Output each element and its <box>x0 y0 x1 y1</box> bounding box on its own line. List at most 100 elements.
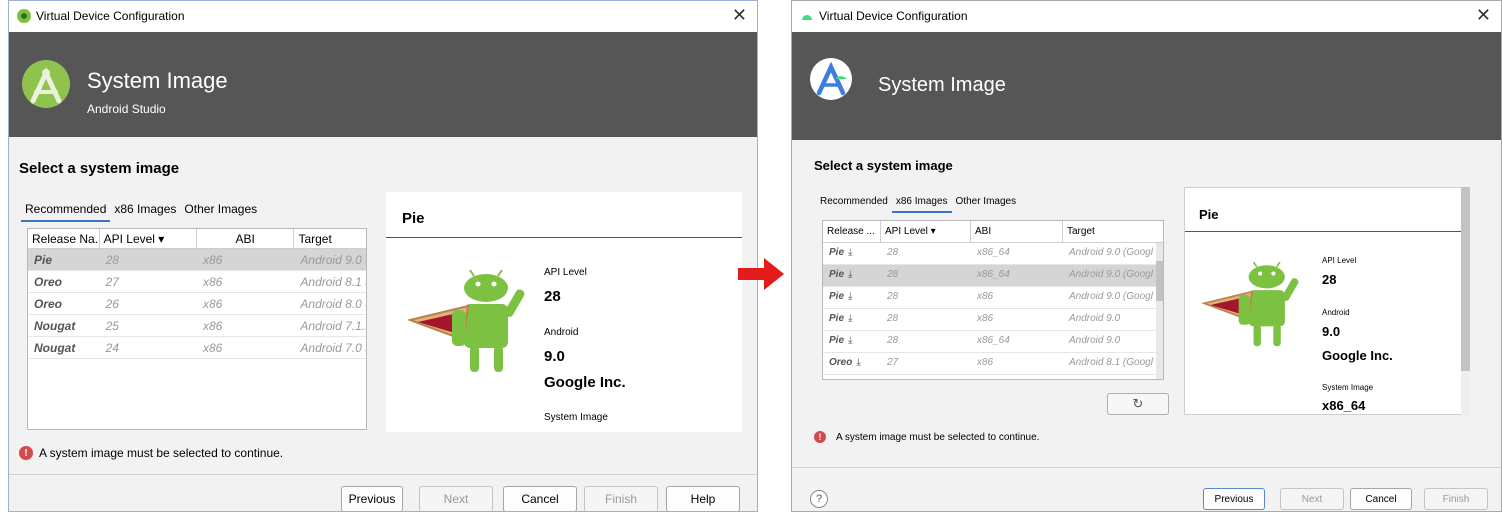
header-title: System Image <box>878 74 1006 96</box>
release-name-text: Pie <box>829 335 845 346</box>
image-detail-panel: Pie API Level 28 Android 9.0 Google Inc.… <box>1184 187 1469 415</box>
cell-api-level: 28 <box>887 269 899 280</box>
cell-release-name: Nougat <box>34 341 76 355</box>
refresh-button[interactable]: ↻ <box>1107 393 1169 415</box>
table-row[interactable]: Oreo 26 x86 Android 8.0 ( <box>28 293 366 315</box>
download-icon[interactable]: ⤓ <box>856 357 860 368</box>
cancel-button[interactable]: Cancel <box>503 486 577 511</box>
column-header-release[interactable]: Release ... <box>823 221 881 242</box>
download-icon[interactable]: ⤓ <box>848 291 852 302</box>
column-header-abi[interactable]: ABI <box>971 221 1063 242</box>
table-row[interactable]: Pie 28 x86 Android 9.0 ( <box>28 249 366 271</box>
cell-api-level: 28 <box>105 253 119 267</box>
finish-button[interactable]: Finish <box>1424 488 1488 510</box>
cell-release-name: Pie ⤓ <box>823 331 881 352</box>
cell-abi: x86 <box>977 357 994 368</box>
cell-target: Android 7.1.1 <box>300 319 366 333</box>
cell-release-name: Oreo <box>34 275 63 289</box>
tab-other-images[interactable]: Other Images <box>180 200 261 222</box>
table-scrollbar-thumb[interactable] <box>1156 261 1163 301</box>
cell-target: Android 9.0 <box>1069 313 1121 324</box>
next-button[interactable]: Next <box>1280 488 1344 510</box>
wizard-header: System Image <box>792 32 1501 140</box>
cancel-button[interactable]: Cancel <box>1350 488 1412 510</box>
table-row[interactable]: Nougat 25 x86 Android 7.1.1 <box>28 315 366 337</box>
table-row[interactable]: Pie ⤓ 28 x86_64 Android 9.0 <box>823 331 1163 353</box>
footer-divider <box>792 467 1501 468</box>
column-header-api-level[interactable]: API Level ▾ <box>881 221 971 242</box>
release-name-text: Pie <box>829 247 845 258</box>
tab-recommended[interactable]: Recommended <box>816 194 892 213</box>
help-button[interactable]: Help <box>666 486 740 511</box>
cell-release-name: Nougat <box>34 319 76 333</box>
close-icon[interactable]: ✕ <box>1476 5 1491 25</box>
table-row[interactable]: Oreo ⤓ 27 x86 Android 8.1 (Googl <box>823 353 1163 375</box>
table-header: Release Na... API Level ▾ ABI Target <box>28 229 366 249</box>
detail-scrollbar-thumb[interactable] <box>1461 187 1470 371</box>
cell-release-name: Pie ⤓ <box>823 243 881 264</box>
android-label: Android <box>1322 308 1350 317</box>
column-header-abi[interactable]: ABI <box>197 229 295 248</box>
android-studio-logo-icon <box>22 60 70 108</box>
validation-error: ! A system image must be selected to con… <box>814 431 1039 443</box>
error-text: A system image must be selected to conti… <box>836 431 1040 443</box>
finish-button[interactable]: Finish <box>584 486 658 511</box>
cell-api-level: 26 <box>105 297 119 311</box>
dialog-window-new: Virtual Device Configuration ✕ System Im… <box>791 0 1502 512</box>
header-title: System Image <box>87 68 228 93</box>
previous-button[interactable]: Previous <box>1203 488 1265 510</box>
table-row[interactable]: Pie ⤓ 28 x86 Android 9.0 (Googl <box>823 287 1163 309</box>
system-image-label: System Image <box>544 412 608 423</box>
detail-title: Pie <box>402 210 425 227</box>
detail-title: Pie <box>1199 207 1219 222</box>
cell-abi: x86_64 <box>977 247 1010 258</box>
cell-api-level: 28 <box>887 335 899 346</box>
cell-abi: x86 <box>203 297 223 311</box>
tab-other-images[interactable]: Other Images <box>952 194 1021 213</box>
refresh-icon: ↻ <box>1132 396 1144 411</box>
tab-x86-images[interactable]: x86 Images <box>110 200 180 222</box>
android-pie-mascot-icon <box>408 270 525 372</box>
download-icon[interactable]: ⤓ <box>848 269 852 280</box>
cell-api-level: 24 <box>105 341 119 355</box>
cell-abi: x86 <box>203 319 223 333</box>
download-icon[interactable]: ⤓ <box>848 313 852 324</box>
divider <box>386 237 742 238</box>
android-studio-logo-icon <box>810 58 852 100</box>
cell-abi: x86 <box>203 341 223 355</box>
column-header-api-level[interactable]: API Level ▾ <box>100 229 198 248</box>
android-icon <box>802 15 812 20</box>
cell-api-level: 28 <box>887 247 899 258</box>
release-name-text: Oreo <box>829 357 853 368</box>
table-row[interactable]: Oreo 27 x86 Android 8.1 ( <box>28 271 366 293</box>
cell-abi: x86 <box>977 291 994 302</box>
image-tabs: Recommended x86 Images Other Images <box>21 200 261 222</box>
table-row[interactable]: Pie ⤓ 28 x86 Android 9.0 <box>823 309 1163 331</box>
cell-release-name: Pie ⤓ <box>823 265 881 286</box>
system-image-label: System Image <box>1322 383 1374 392</box>
release-name-text: Pie <box>829 269 845 280</box>
column-header-release[interactable]: Release Na... <box>28 229 100 248</box>
download-icon[interactable]: ⤓ <box>848 335 852 346</box>
table-row[interactable]: Pie ⤓ 28 x86_64 Android 9.0 (Googl <box>823 265 1163 287</box>
cell-abi: x86 <box>203 275 223 289</box>
api-level-label: API Level <box>1322 256 1357 265</box>
footer-divider <box>9 474 757 475</box>
close-icon[interactable]: ✕ <box>732 5 747 25</box>
column-header-target[interactable]: Target <box>294 229 366 248</box>
cell-api-level: 27 <box>105 275 119 289</box>
cell-target: Android 8.0 ( <box>300 297 366 311</box>
cell-target: Android 9.0 ( <box>300 253 366 267</box>
table-row[interactable]: Pie ⤓ 28 x86_64 Android 9.0 (Googl <box>823 243 1163 265</box>
previous-button[interactable]: Previous <box>341 486 403 511</box>
next-button[interactable]: Next <box>419 486 493 511</box>
cell-api-level: 27 <box>887 357 899 368</box>
table-row[interactable]: Nougat 24 x86 Android 7.0 ( <box>28 337 366 359</box>
api-level-value: 28 <box>1322 272 1337 287</box>
api-level-value: 28 <box>544 288 561 305</box>
tab-x86-images[interactable]: x86 Images <box>891 194 952 213</box>
help-icon[interactable]: ? <box>810 490 828 508</box>
column-header-target[interactable]: Target <box>1063 221 1153 242</box>
download-icon[interactable]: ⤓ <box>848 247 852 258</box>
tab-recommended[interactable]: Recommended <box>21 200 111 222</box>
